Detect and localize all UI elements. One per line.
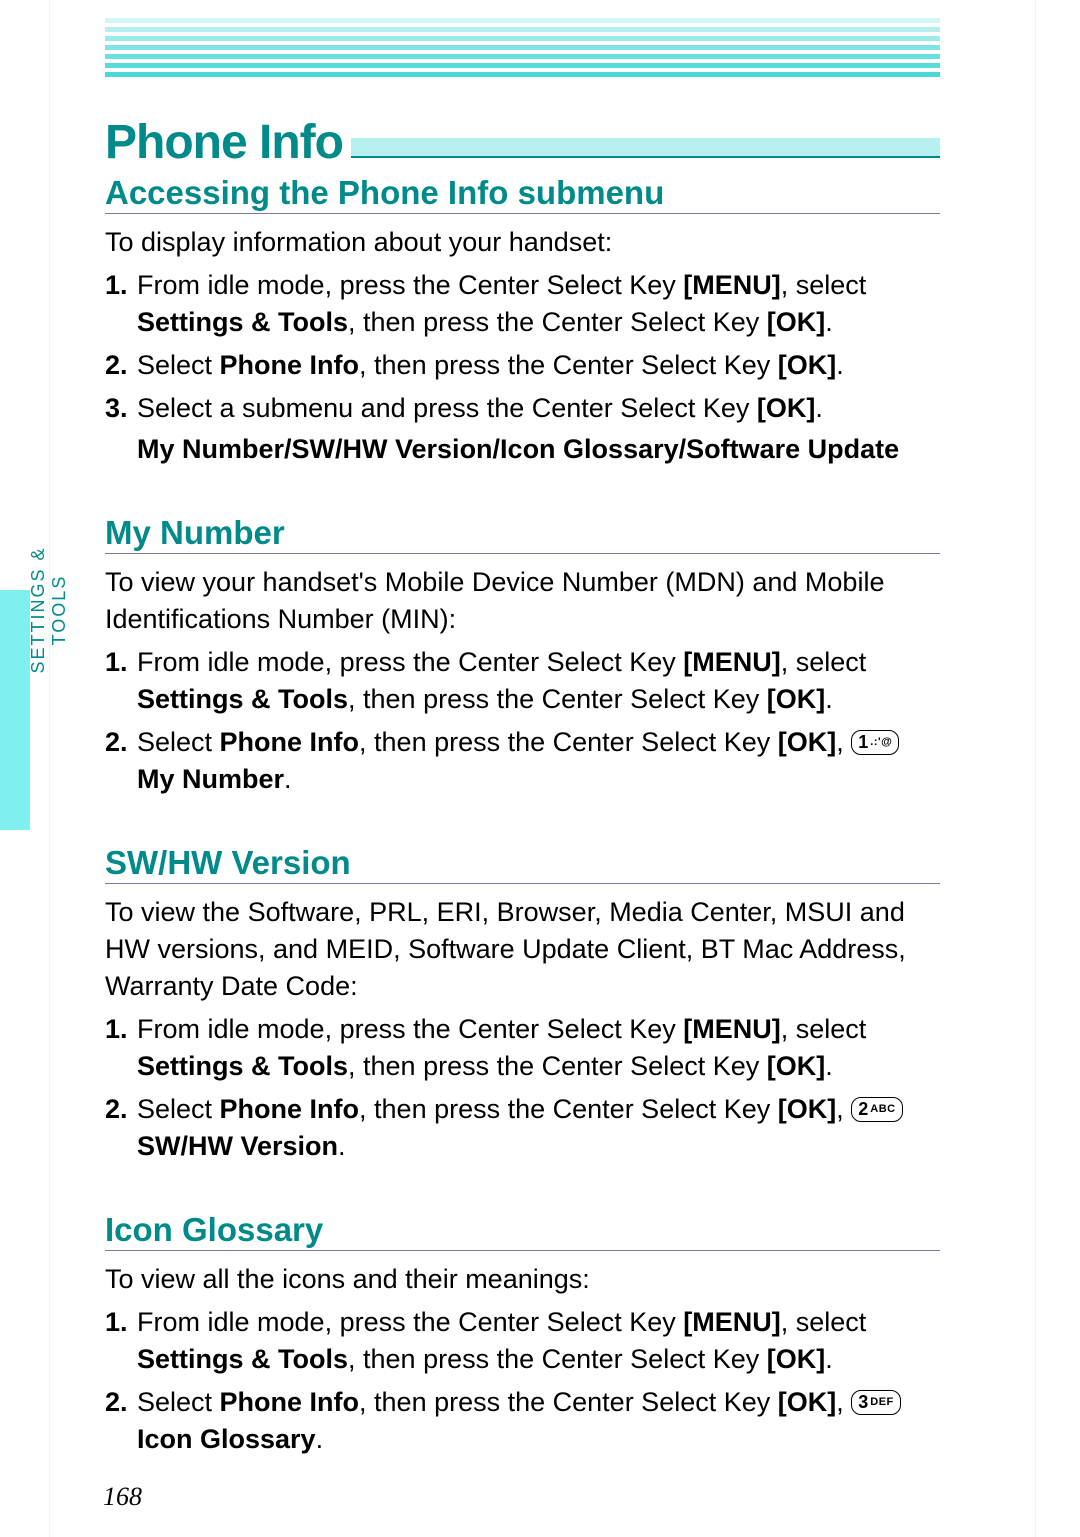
step: From idle mode, press the Center Select … (105, 1011, 940, 1085)
keypad-2-icon: 2ABC (851, 1097, 902, 1122)
subheading-accessing: Accessing the Phone Info submenu (105, 174, 940, 214)
intro-my-number: To view your handset's Mobile Device Num… (105, 564, 940, 638)
steps-accessing: From idle mode, press the Center Select … (105, 267, 940, 427)
side-tab-label: SETTINGS & TOOLS (58, 410, 100, 610)
keypad-3-icon: 3DEF (851, 1390, 901, 1415)
subheading-icon-glossary: Icon Glossary (105, 1211, 940, 1251)
step: Select a submenu and press the Center Se… (105, 390, 940, 427)
title-underline (351, 138, 940, 158)
subheading-my-number: My Number (105, 514, 940, 554)
main-title-row: Phone Info (105, 115, 940, 170)
step: From idle mode, press the Center Select … (105, 644, 940, 718)
steps-icon-glossary: From idle mode, press the Center Select … (105, 1304, 940, 1458)
intro-icon-glossary: To view all the icons and their meanings… (105, 1261, 940, 1298)
steps-swhw: From idle mode, press the Center Select … (105, 1011, 940, 1165)
intro-accessing: To display information about your handse… (105, 224, 940, 261)
content: Phone Info Accessing the Phone Info subm… (50, 0, 1035, 1458)
step: Select Phone Info, then press the Center… (105, 1091, 940, 1165)
step: From idle mode, press the Center Select … (105, 267, 940, 341)
side-tab (0, 590, 30, 830)
steps-my-number: From idle mode, press the Center Select … (105, 644, 940, 798)
subheading-swhw: SW/HW Version (105, 844, 940, 884)
submenu-line: My Number/SW/HW Version/Icon Glossary/So… (105, 431, 940, 468)
step: Select Phone Info, then press the Center… (105, 1384, 940, 1458)
main-title: Phone Info (105, 115, 343, 170)
page-number: 168 (103, 1482, 142, 1512)
intro-swhw: To view the Software, PRL, ERI, Browser,… (105, 894, 940, 1005)
step: From idle mode, press the Center Select … (105, 1304, 940, 1378)
keypad-1-icon: 1.:'@ (851, 730, 899, 755)
step: Select Phone Info, then press the Center… (105, 724, 940, 798)
header-stripes (105, 18, 940, 77)
step: Select Phone Info, then press the Center… (105, 347, 940, 384)
page: Phone Info Accessing the Phone Info subm… (50, 0, 1035, 1537)
